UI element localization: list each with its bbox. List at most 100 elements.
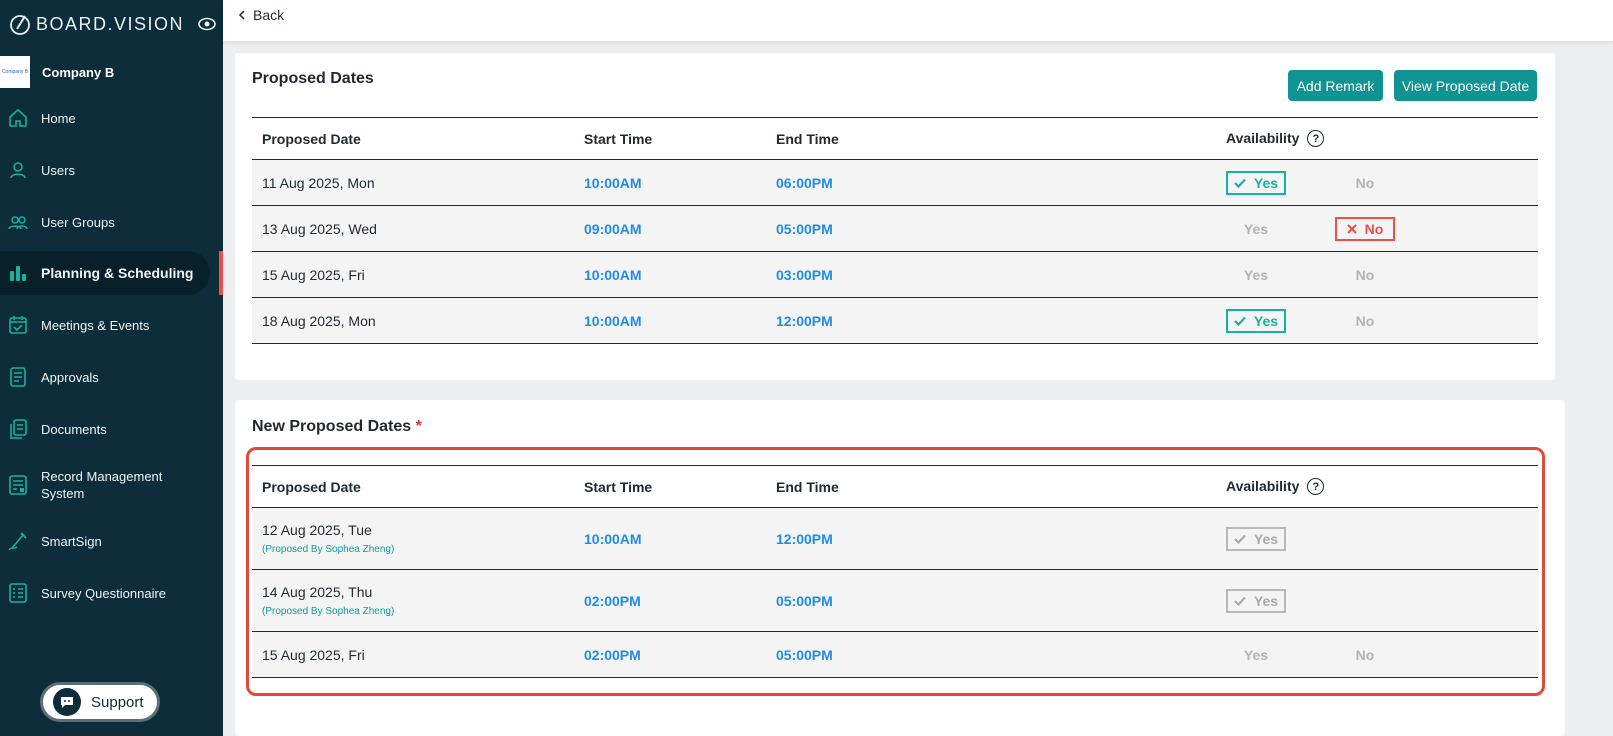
start-time-cell: 10:00AM (574, 251, 766, 298)
sidebar-item-smartsign[interactable]: SmartSign (0, 519, 210, 563)
proposed-date-cell: 15 Aug 2025, Fri (252, 631, 574, 678)
sidebar-item-planning-scheduling[interactable]: Planning & Scheduling (0, 251, 210, 295)
brand-name: BOARD.VISION (36, 13, 185, 34)
table-row: 15 Aug 2025, Fri 02:00PM 05:00PM Yes No (252, 631, 1538, 678)
column-header-end: End Time (766, 117, 1216, 160)
availability-label: Availability (1226, 477, 1300, 494)
availability-yes-option[interactable]: Yes (1226, 217, 1286, 241)
availability-no-option[interactable]: No (1335, 171, 1395, 195)
availability-label: Availability (1226, 129, 1300, 146)
table-row: 11 Aug 2025, Mon 10:00AM 06:00PM Yes No (252, 159, 1538, 206)
end-time-cell: 12:00PM (766, 297, 1216, 344)
date-text: 15 Aug 2025, Fri (262, 646, 365, 663)
availability-cell: Yes (1216, 569, 1538, 632)
sidebar-collapse-toggle-icon[interactable] (198, 17, 216, 31)
table-row: 14 Aug 2025, Thu (Proposed By Sophea Zhen… (252, 569, 1538, 632)
column-header-end: End Time (766, 465, 1216, 508)
table-row: 12 Aug 2025, Tue (Proposed By Sophea Zhen… (252, 507, 1538, 570)
start-time-cell: 02:00PM (574, 569, 766, 632)
required-mark: * (415, 418, 422, 435)
sidebar-item-label: Survey Questionnaire (41, 585, 167, 601)
start-time-cell: 10:00AM (574, 297, 766, 344)
end-time-cell: 05:00PM (766, 631, 1216, 678)
sidebar-item-label: Approvals (41, 369, 99, 385)
back-button[interactable]: Back (239, 7, 284, 23)
sidebar-item-label: Users (41, 162, 75, 178)
add-remark-button[interactable]: Add Remark (1288, 70, 1383, 101)
availability-yes-option[interactable]: Yes (1226, 263, 1286, 287)
end-time-cell: 06:00PM (766, 159, 1216, 206)
end-time-cell: 12:00PM (766, 507, 1216, 570)
availability-yes-option[interactable]: Yes (1226, 308, 1286, 333)
availability-yes-option[interactable]: Yes (1226, 170, 1286, 195)
date-text: 14 Aug 2025, Thu (262, 584, 373, 600)
availability-cell: Yes No (1216, 631, 1538, 678)
record-icon (9, 475, 27, 495)
new-proposed-dates-title: New Proposed Dates * (252, 418, 422, 436)
no-label: No (1355, 646, 1375, 663)
bar-chart-icon (10, 266, 26, 281)
availability-cell: Yes No (1216, 251, 1538, 298)
sidebar-item-label: SmartSign (41, 533, 102, 549)
start-time-cell: 09:00AM (574, 205, 766, 252)
sidebar-item-label: Meetings & Events (41, 317, 150, 333)
column-header-availability: Availability? (1216, 117, 1538, 160)
support-button[interactable]: Support (40, 682, 160, 722)
check-icon (1234, 596, 1246, 606)
sidebar-item-user-groups[interactable]: User Groups (0, 200, 210, 244)
yes-label: Yes (1253, 530, 1279, 547)
view-proposed-date-button[interactable]: View Proposed Date (1394, 70, 1537, 101)
yes-label: Yes (1243, 266, 1269, 283)
end-time-cell: 03:00PM (766, 251, 1216, 298)
no-label: No (1355, 174, 1375, 191)
brand-mark-icon (10, 15, 30, 35)
date-text: 15 Aug 2025, Fri (262, 266, 365, 283)
sidebar-item-survey[interactable]: Survey Questionnaire (0, 571, 210, 615)
sidebar-item-documents[interactable]: Documents (0, 407, 210, 451)
sidebar-item-approvals[interactable]: Approvals (0, 355, 210, 399)
close-icon (1346, 223, 1357, 234)
sidebar-item-record-management[interactable]: Record Management System (0, 462, 210, 508)
availability-yes-option[interactable]: Yes (1226, 643, 1286, 667)
availability-options: Yes No (1226, 252, 1538, 297)
proposed-date-cell: 13 Aug 2025, Wed (252, 205, 574, 252)
sidebar-item-meetings-events[interactable]: Meetings & Events (0, 303, 210, 347)
company-switcher[interactable]: Company B Company B (0, 56, 114, 88)
brand-logo[interactable]: BOARD.VISION (8, 12, 184, 36)
end-time-cell: 05:00PM (766, 205, 1216, 252)
sidebar-item-label: Home (41, 110, 76, 126)
sidebar-item-home[interactable]: Home (0, 96, 210, 140)
new-proposed-title-text: New Proposed Dates (252, 418, 412, 435)
yes-label: Yes (1243, 220, 1269, 237)
pen-icon (8, 532, 27, 551)
availability-no-option[interactable]: No (1335, 263, 1395, 287)
availability-no-option[interactable]: No (1335, 309, 1395, 333)
table-row: 15 Aug 2025, Fri 10:00AM 03:00PM Yes No (252, 251, 1538, 298)
end-time-cell: 05:00PM (766, 569, 1216, 632)
no-label: No (1355, 312, 1375, 329)
chevron-left-icon (239, 10, 245, 20)
active-indicator (219, 251, 223, 295)
help-icon[interactable]: ? (1307, 478, 1325, 496)
yes-label: Yes (1243, 646, 1269, 663)
calendar-check-icon (9, 316, 27, 334)
availability-options: Yes No (1226, 298, 1538, 343)
column-header-availability: Availability? (1216, 465, 1538, 508)
new-proposed-dates-card: New Proposed Dates * Proposed Date Start… (235, 400, 1565, 736)
proposed-date-cell: 15 Aug 2025, Fri (252, 251, 574, 298)
help-icon[interactable]: ? (1307, 130, 1325, 148)
table-header-row: Proposed Date Start Time End Time Availa… (252, 117, 1538, 160)
check-icon (1234, 178, 1246, 188)
availability-cell: Yes No (1216, 159, 1538, 206)
company-logo: Company B (0, 56, 30, 88)
sidebar-item-users[interactable]: Users (0, 148, 210, 192)
availability-no-option[interactable]: No (1335, 643, 1395, 667)
approval-doc-icon (10, 367, 26, 387)
proposed-date-cell: 11 Aug 2025, Mon (252, 159, 574, 206)
sidebar-item-label: User Groups (41, 214, 115, 230)
proposed-dates-title: Proposed Dates (252, 70, 374, 87)
sidebar-item-label: Planning & Scheduling (41, 264, 194, 281)
availability-no-option[interactable]: No (1335, 216, 1395, 241)
no-label: No (1355, 266, 1375, 283)
no-label: No (1364, 220, 1384, 237)
